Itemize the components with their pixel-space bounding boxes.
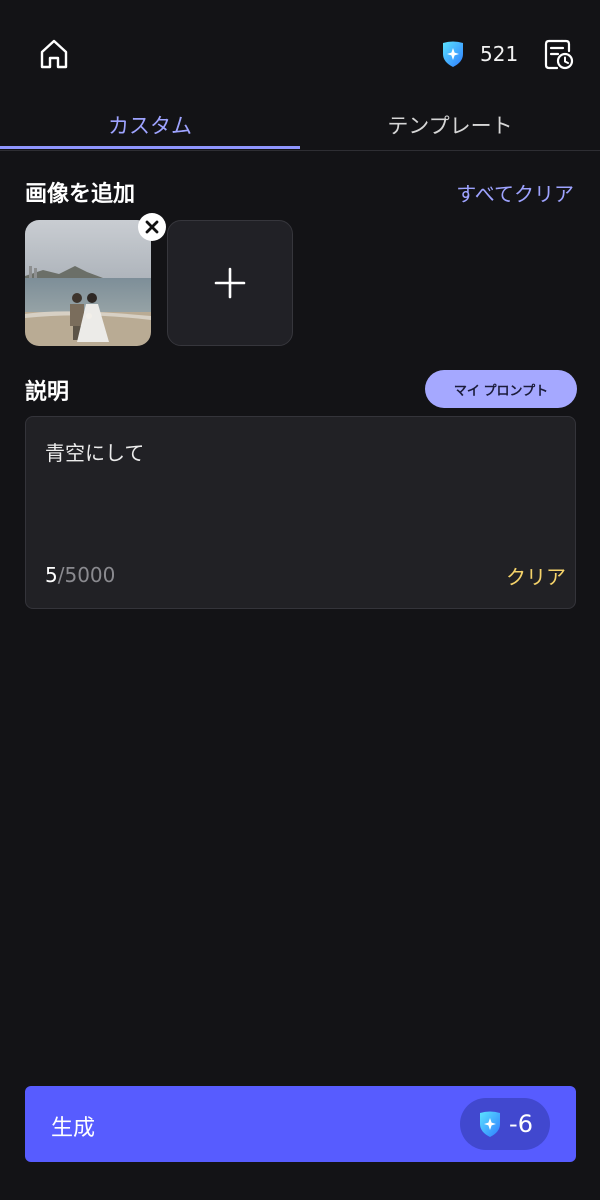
- character-count: 5: [45, 563, 58, 587]
- character-max: /5000: [57, 563, 116, 587]
- add-image-heading: 画像を追加: [25, 182, 136, 207]
- tab-custom[interactable]: カスタム: [0, 100, 300, 150]
- home-button[interactable]: [34, 34, 74, 74]
- remove-image-button[interactable]: [138, 213, 166, 241]
- wedding-photo: [25, 220, 151, 346]
- active-tab-indicator: [0, 146, 300, 149]
- character-counter: 5/5000: [45, 563, 115, 587]
- clear-all-link[interactable]: すべてクリア: [456, 178, 574, 207]
- top-bar: 521: [0, 0, 600, 100]
- generate-label: 生成: [51, 1116, 96, 1141]
- generate-button[interactable]: 生成 -6: [25, 1086, 576, 1162]
- tab-bar: カスタム テンプレート: [0, 100, 600, 151]
- credit-cost: -6: [509, 1110, 533, 1138]
- credit-balance: 521: [440, 38, 518, 70]
- credit-count: 521: [480, 42, 519, 66]
- my-prompt-button[interactable]: マイ プロンプト: [425, 370, 577, 408]
- image-thumbnail[interactable]: [25, 220, 151, 346]
- description-text: 青空にして: [45, 441, 145, 465]
- credit-shield-icon: [480, 1111, 501, 1137]
- history-clock-icon: [544, 39, 574, 70]
- credit-shield-icon: [443, 41, 463, 67]
- description-input[interactable]: 青空にして 5/5000 クリア: [25, 416, 576, 609]
- description-heading: 説明: [25, 380, 70, 405]
- cost-badge: -6: [460, 1098, 550, 1150]
- tab-template[interactable]: テンプレート: [300, 100, 600, 150]
- clear-description-button[interactable]: クリア: [506, 561, 566, 590]
- add-image-button[interactable]: [167, 220, 293, 346]
- plus-icon: [214, 267, 246, 299]
- close-icon: [145, 220, 159, 234]
- home-icon: [40, 39, 68, 69]
- history-button[interactable]: [538, 34, 578, 74]
